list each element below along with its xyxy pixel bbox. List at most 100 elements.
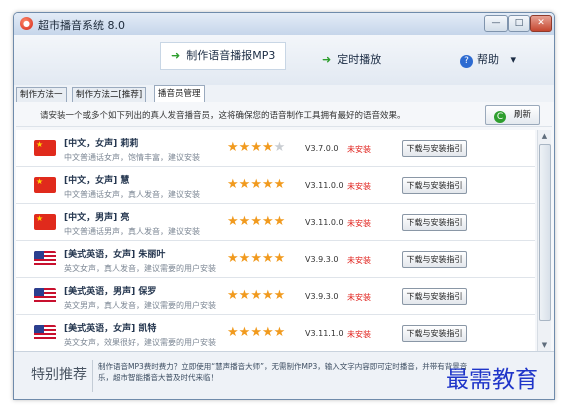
tab-announcer-management[interactable]: 播音员管理	[154, 85, 205, 103]
voice-version: V3.11.0.0	[305, 181, 344, 190]
rating-stars: ★★★★★	[227, 215, 285, 229]
timed-play-button[interactable]: ➜ 定时播放	[322, 49, 381, 71]
main-toolbar: ➜ 制作语音播报MP3 ➜ 定时播放 ? 帮助 ▾	[14, 35, 554, 86]
scroll-up-icon[interactable]: ▲	[538, 130, 551, 142]
star-icon: ★	[227, 214, 239, 229]
timed-play-label: 定时播放	[337, 53, 382, 66]
download-install-button[interactable]: 下载与安装指引	[402, 140, 467, 157]
voice-name: [中文，男声] 亮	[64, 213, 130, 223]
voice-version: V3.9.3.0	[305, 255, 339, 264]
promo-title: 特别推荐	[31, 367, 87, 383]
voice-row: [美式英语，女声] 朱丽叶 英文女声，真人发音，建议需要的用户安装 ★★★★★ V3.…	[16, 241, 535, 278]
rating-stars: ★★★★★	[227, 252, 285, 266]
voice-description: 中文普通话女声，真人发音，建议安装	[64, 190, 200, 199]
make-mp3-label: 制作语音播报MP3	[186, 49, 276, 62]
install-status: 未安装	[347, 182, 371, 191]
china-flag-icon: ★	[34, 140, 56, 156]
app-logo-icon: ●	[20, 17, 33, 30]
star-icon: ★	[273, 140, 286, 155]
star-icon: ★	[238, 140, 251, 155]
list-scrollbar[interactable]: ▲ ▼	[537, 130, 551, 351]
star-icon: ★	[250, 251, 262, 266]
star-icon: ★	[227, 140, 239, 155]
window-title: 超市播音系统 8.0	[38, 19, 125, 32]
voice-description: 英文女声，真人发音，建议需要的用户安装	[64, 264, 216, 273]
install-status: 未安装	[347, 330, 371, 339]
star-icon: ★	[261, 177, 274, 192]
star-icon: ★	[261, 214, 274, 229]
china-flag-icon: ★	[34, 177, 56, 193]
voice-list: ★ [中文，女声] 莉莉 中文普通话女声，饱情丰富，建议安装 ★★★★★ V3.7.0.…	[16, 130, 535, 351]
star-icon: ★	[238, 251, 251, 266]
voice-name: [中文，女声] 慧	[64, 176, 130, 186]
us-flag-icon	[34, 251, 56, 267]
help-icon: ?	[460, 55, 473, 68]
star-icon: ★	[227, 177, 239, 192]
download-install-button[interactable]: 下载与安装指引	[402, 251, 467, 268]
voice-name: [美式英语，女声] 朱丽叶	[64, 250, 166, 260]
star-icon: ★	[238, 325, 251, 340]
china-flag-icon: ★	[34, 214, 56, 230]
star-icon: ★	[261, 288, 274, 303]
star-icon: ★	[273, 288, 286, 303]
voice-description: 中文普通话男声，真人发音，建议安装	[64, 227, 200, 236]
star-icon: ★	[250, 140, 262, 155]
chevron-down-icon: ▾	[510, 53, 517, 66]
star-icon: ★	[238, 177, 251, 192]
star-icon: ★	[273, 325, 286, 340]
download-install-button[interactable]: 下载与安装指引	[402, 325, 467, 342]
install-status: 未安装	[347, 219, 371, 228]
arrow-right-icon: ➜	[322, 53, 332, 66]
close-button[interactable]: ✕	[530, 15, 552, 32]
help-menu[interactable]: ? 帮助 ▾	[460, 49, 516, 71]
star-icon: ★	[261, 251, 274, 266]
download-install-button[interactable]: 下载与安装指引	[402, 177, 467, 194]
star-icon: ★	[250, 288, 262, 303]
promo-text[interactable]: 制作语音MP3费时费力？立即使用“慧声播音大师”，无需制作MP3，输入文字内容即…	[98, 361, 468, 383]
help-label: 帮助	[477, 53, 499, 66]
rating-stars: ★★★★★	[227, 326, 285, 340]
download-install-button[interactable]: 下载与安装指引	[402, 214, 467, 231]
voice-version: V3.11.1.0	[305, 329, 344, 338]
voice-row: [美式英语，男声] 保罗 英文男声，真人发音，建议需要的用户安装 ★★★★★ V3.9…	[16, 278, 535, 315]
voice-name: [中文，女声] 莉莉	[64, 139, 139, 149]
voice-description: 中文普通话女声，饱情丰富，建议安装	[64, 153, 200, 162]
star-icon: ★	[273, 177, 286, 192]
announcer-panel: 请安装一个或多个如下列出的真人发音播音员，这将确保您的语音制作工具拥有最好的语音…	[14, 102, 554, 351]
us-flag-icon	[34, 325, 56, 341]
maximize-button[interactable]: □	[508, 15, 530, 32]
voice-name: [美式英语，女声] 凯特	[64, 324, 157, 334]
watermark: 最需教育	[446, 367, 538, 393]
refresh-label: 刷新	[513, 110, 531, 120]
install-notice: 请安装一个或多个如下列出的真人发音播音员，这将确保您的语音制作工具拥有最好的语音…	[40, 111, 406, 121]
tab-strip: 制作方法一 制作方法二[推荐] 播音员管理	[14, 85, 554, 103]
voice-row: ★ [中文，男声] 亮中文普通话男声，真人发音，建议安装 ★★★★★ V3.11.0.…	[16, 204, 535, 241]
rating-stars: ★★★★★	[227, 178, 285, 192]
rating-stars: ★★★★★	[227, 141, 285, 155]
minimize-button[interactable]: —	[484, 15, 508, 32]
star-icon: ★	[261, 140, 274, 155]
star-icon: ★	[227, 251, 239, 266]
title-bar: ● 超市播音系统 8.0 — □ ✕	[14, 13, 554, 35]
make-mp3-button[interactable]: ➜ 制作语音播报MP3	[160, 42, 287, 70]
install-status: 未安装	[347, 145, 371, 154]
voice-row: [美式英语，女声] 凯特英文女声，效果很好，建议需要的用户安装 ★★★★★ V3.1…	[16, 315, 535, 351]
star-icon: ★	[273, 251, 286, 266]
voice-row: ★ [中文，女声] 莉莉 中文普通话女声，饱情丰富，建议安装 ★★★★★ V3.7.0.…	[16, 130, 535, 167]
scroll-thumb[interactable]	[539, 144, 551, 321]
download-install-button[interactable]: 下载与安装指引	[402, 288, 467, 305]
star-icon: ★	[227, 288, 239, 303]
scroll-down-icon[interactable]: ▼	[538, 339, 551, 351]
rating-stars: ★★★★★	[227, 289, 285, 303]
tab-method-two[interactable]: 制作方法二[推荐]	[72, 87, 147, 102]
voice-description: 英文男声，真人发音，建议需要的用户安装	[64, 301, 216, 310]
voice-description: 英文女声，效果很好，建议需要的用户安装	[64, 338, 216, 347]
voice-name: [美式英语，男声] 保罗	[64, 287, 157, 297]
star-icon: ★	[250, 325, 262, 340]
refresh-button[interactable]: C 刷新	[484, 105, 540, 125]
star-icon: ★	[273, 214, 286, 229]
install-status: 未安装	[347, 293, 371, 302]
arrow-right-icon: ➜	[171, 49, 181, 62]
notice-bar: 请安装一个或多个如下列出的真人发音播音员，这将确保您的语音制作工具拥有最好的语音…	[16, 104, 552, 127]
tab-method-one[interactable]: 制作方法一	[16, 87, 67, 102]
